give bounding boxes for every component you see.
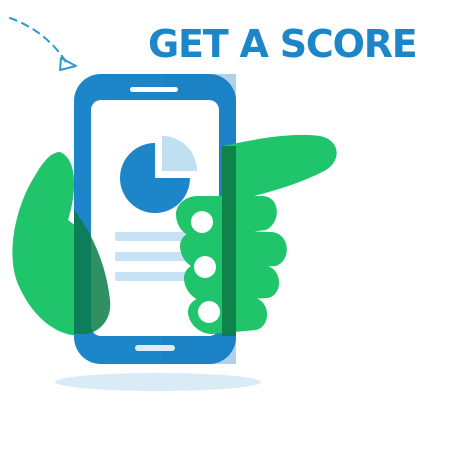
home-button xyxy=(135,345,175,351)
speaker-slot xyxy=(130,87,178,92)
phone-shadow xyxy=(55,373,261,391)
curved-arrow-icon xyxy=(9,17,77,71)
score-illustration: GET A SCORE xyxy=(0,0,449,464)
headline-title: GET A SCORE xyxy=(148,22,418,66)
